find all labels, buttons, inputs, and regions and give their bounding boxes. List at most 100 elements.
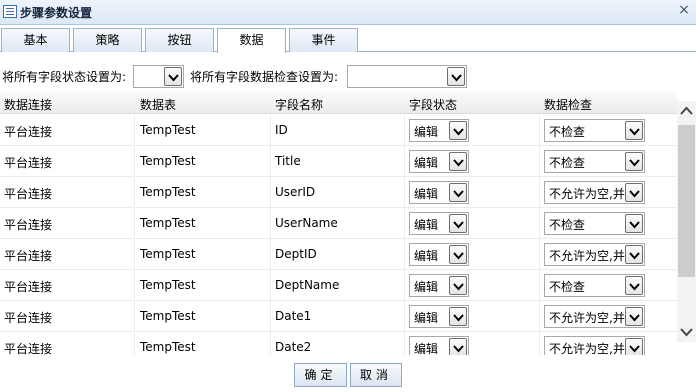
status-setter-label: 将所有字段状态设置为: [2,70,127,84]
chevron-down-icon [164,67,182,86]
field-status-select[interactable]: 编辑 [409,305,469,328]
chevron-down-icon [625,338,643,355]
scroll-down-icon[interactable] [679,325,694,339]
table-row: 平台连接 TempTest DeptID 编辑 不允许为空,并 [0,239,677,270]
data-check-select[interactable]: 不允许为空,并 [544,181,645,204]
table-cell: TempTest [136,115,271,146]
check-cell: 不允许为空,并 [540,177,677,208]
field-status-select[interactable]: 编辑 [409,336,469,355]
field-cell: UserID [271,177,405,208]
column-header-field: 字段名称 [275,98,324,112]
chevron-down-icon [447,67,465,86]
connection-cell: 平台连接 [0,301,135,332]
data-check-select[interactable]: 不允许为空,并 [544,243,645,266]
connection-cell: 平台连接 [0,332,135,355]
field-status-select[interactable]: 编辑 [409,119,469,142]
table-cell: TempTest [136,177,271,208]
data-check-select[interactable]: 不检查 [544,119,645,142]
chevron-down-icon [449,183,467,202]
check-cell: 不检查 [540,208,677,239]
connection-cell: 平台连接 [0,115,135,146]
table-row: 平台连接 TempTest Date1 编辑 不允许为空,并 [0,301,677,332]
field-status-select[interactable]: 编辑 [409,274,469,297]
table-row: 平台连接 TempTest Date2 编辑 不允许为空,并 [0,332,677,355]
field-cell: DeptID [271,239,405,270]
chevron-down-icon [625,214,643,233]
chevron-down-icon [449,214,467,233]
status-setter-select[interactable] [133,65,184,88]
field-status-select[interactable]: 编辑 [409,181,469,204]
chevron-down-icon [625,245,643,264]
column-header-status: 字段状态 [409,98,458,112]
connection-cell: 平台连接 [0,239,135,270]
grid-header: 数据连接 数据表 字段名称 字段状态 数据检查 [0,92,677,114]
field-status-select[interactable]: 编辑 [409,212,469,235]
tab-bar: 基本 策略 按钮 数据 事件 [0,25,696,53]
bulk-settings: 将所有字段状态设置为: 将所有字段数据检查设置为: [0,62,696,90]
close-icon[interactable]: × [677,2,691,18]
check-cell: 不允许为空,并 [540,301,677,332]
field-cell: Title [271,146,405,177]
field-settings-grid: 数据连接 数据表 字段名称 字段状态 数据检查 平台连接 TempTest ID 编辑… [0,92,677,355]
check-setter-select[interactable] [347,65,467,88]
status-cell: 编辑 [405,239,540,270]
check-cell: 不检查 [540,270,677,301]
data-check-select[interactable]: 不允许为空,并 [544,336,645,355]
cancel-button[interactable]: 取消 [350,363,402,387]
scrollbar-thumb[interactable] [678,125,695,277]
settings-form-icon [3,5,17,18]
connection-cell: 平台连接 [0,177,135,208]
tab-buttons[interactable]: 按钮 [145,28,214,52]
status-cell: 编辑 [405,177,540,208]
status-cell: 编辑 [405,146,540,177]
scroll-up-icon[interactable] [679,104,694,118]
status-cell: 编辑 [405,208,540,239]
table-cell: TempTest [136,146,271,177]
chevron-down-icon [449,338,467,355]
tab-data[interactable]: 数据 [217,28,286,53]
table-cell: TempTest [136,332,271,355]
status-cell: 编辑 [405,115,540,146]
table-row: 平台连接 TempTest ID 编辑 不检查 [0,115,677,146]
table-row: 平台连接 TempTest UserName 编辑 不检查 [0,208,677,239]
data-check-select[interactable]: 不允许为空,并 [544,305,645,328]
chevron-down-icon [449,307,467,326]
connection-cell: 平台连接 [0,270,135,301]
check-cell: 不允许为空,并 [540,332,677,355]
chevron-down-icon [625,152,643,171]
chevron-down-icon [625,307,643,326]
check-cell: 不检查 [540,146,677,177]
field-status-select[interactable]: 编辑 [409,150,469,173]
table-cell: TempTest [136,270,271,301]
table-cell: TempTest [136,301,271,332]
grid-scrollbar[interactable] [677,101,696,342]
ok-button[interactable]: 确定 [294,363,347,387]
field-status-select[interactable]: 编辑 [409,243,469,266]
data-check-select[interactable]: 不检查 [544,212,645,235]
table-cell: TempTest [136,239,271,270]
data-check-select[interactable]: 不检查 [544,274,645,297]
tab-basic[interactable]: 基本 [1,28,70,52]
chevron-down-icon [449,121,467,140]
field-cell: Date2 [271,332,405,355]
table-row: 平台连接 TempTest DeptName 编辑 不检查 [0,270,677,301]
tab-events[interactable]: 事件 [289,28,358,52]
column-header-table: 数据表 [140,98,177,112]
chevron-down-icon [449,152,467,171]
connection-cell: 平台连接 [0,208,135,239]
status-cell: 编辑 [405,301,540,332]
chevron-down-icon [449,245,467,264]
table-row: 平台连接 TempTest Title 编辑 不检查 [0,146,677,177]
check-cell: 不检查 [540,115,677,146]
field-cell: UserName [271,208,405,239]
check-setter-label: 将所有字段数据检查设置为: [190,70,339,84]
check-cell: 不允许为空,并 [540,239,677,270]
table-cell: TempTest [136,208,271,239]
data-check-select[interactable]: 不检查 [544,150,645,173]
field-cell: ID [271,115,405,146]
tab-strategy[interactable]: 策略 [73,28,142,52]
column-header-check: 数据检查 [544,98,593,112]
title-bar: 步骤参数设置 × [0,0,696,25]
chevron-down-icon [449,276,467,295]
column-header-connection: 数据连接 [4,98,53,112]
